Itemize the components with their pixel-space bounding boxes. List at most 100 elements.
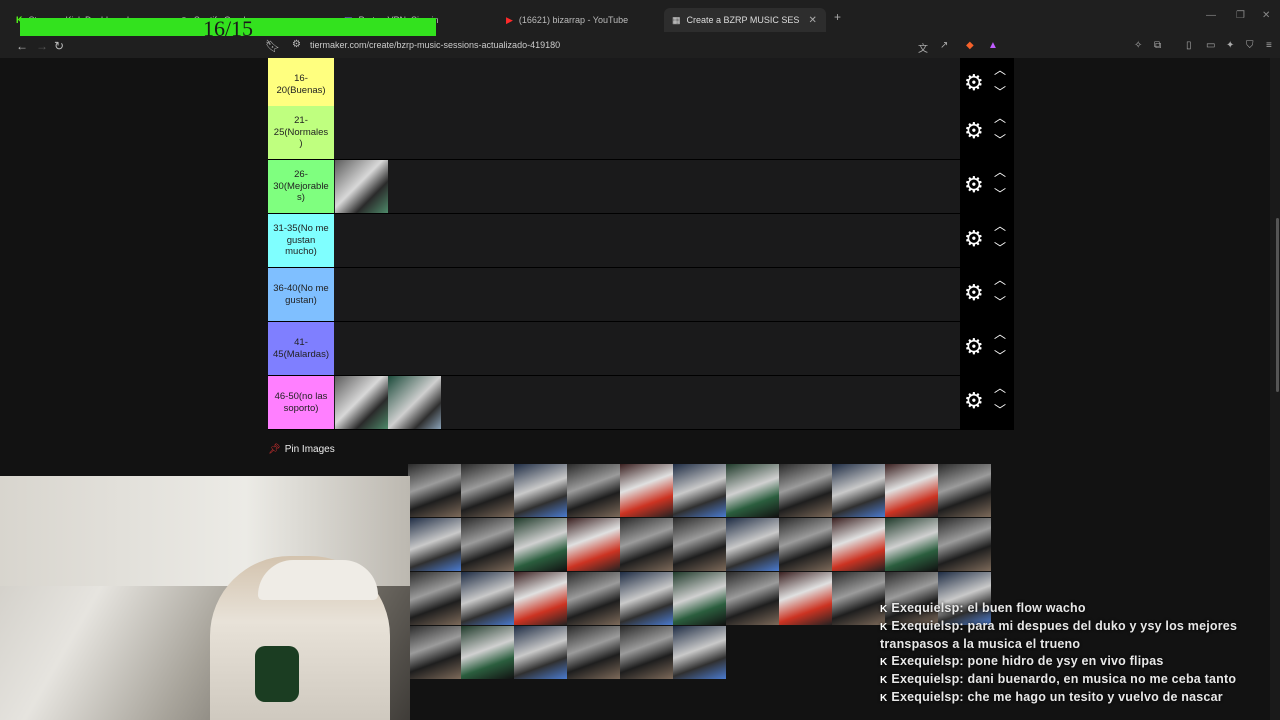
tier-items[interactable] <box>335 160 388 213</box>
tier-label: 21- 25(Normales ) <box>268 106 334 159</box>
tier-item-image[interactable] <box>335 160 388 213</box>
pool-item-image[interactable] <box>673 572 726 625</box>
forward-icon[interactable]: → <box>36 39 48 53</box>
pool-item-image[interactable] <box>779 464 832 517</box>
pool-item-image[interactable] <box>620 572 673 625</box>
pool-item-image[interactable] <box>673 464 726 517</box>
gear-icon[interactable]: ⚙ <box>964 228 984 250</box>
pool-item-image[interactable] <box>885 518 938 571</box>
tier-label: 31-35(No me gustan mucho) <box>268 214 334 267</box>
pool-item-image[interactable] <box>726 518 779 571</box>
pool-item-image[interactable] <box>673 518 726 571</box>
pool-item-image[interactable] <box>885 464 938 517</box>
pool-item-image[interactable] <box>461 626 514 679</box>
gear-icon[interactable]: ⚙ <box>964 120 984 142</box>
tier-controls: ⚙ ︿ ﹀ <box>960 214 1014 267</box>
chat-username: Exequielsp: <box>891 601 964 615</box>
pool-item-image[interactable] <box>832 572 885 625</box>
chevron-down-icon[interactable]: ﹀ <box>994 86 1006 98</box>
pool-item-image[interactable] <box>832 464 885 517</box>
close-window-icon[interactable]: ✕ <box>1262 10 1270 21</box>
gear-icon[interactable]: ⚙ <box>964 72 984 94</box>
back-icon[interactable]: ← <box>16 39 28 53</box>
pool-item-image[interactable] <box>567 572 620 625</box>
pool-item-image[interactable] <box>938 464 991 517</box>
chevron-up-icon[interactable]: ︿ <box>994 328 1006 340</box>
pin-images-toggle[interactable]: 📌︎ Pin Images <box>268 444 335 455</box>
gear-icon[interactable]: ⚙ <box>964 336 984 358</box>
chevron-down-icon[interactable]: ﹀ <box>994 134 1006 146</box>
vpn-icon[interactable]: ⛉ <box>1246 40 1254 51</box>
new-tab-button[interactable]: + <box>834 10 841 24</box>
tier-items[interactable] <box>335 376 441 429</box>
site-info-icon[interactable]: ⚙ <box>292 39 301 50</box>
bookmark-icon[interactable]: 🔖︎ <box>265 39 280 53</box>
tab-tiermaker[interactable]: ▦ Create a BZRP MUSIC SESSIONS ✕ <box>664 8 826 32</box>
chevron-up-icon[interactable]: ︿ <box>994 112 1006 124</box>
tier-item-image[interactable] <box>388 376 441 429</box>
pool-item-image[interactable] <box>567 626 620 679</box>
chevron-down-icon[interactable]: ﹀ <box>994 404 1006 416</box>
pool-item-image[interactable] <box>832 518 885 571</box>
close-tab-icon[interactable]: ✕ <box>809 15 817 26</box>
pool-item-image[interactable] <box>514 572 567 625</box>
tier-item-image[interactable] <box>335 376 388 429</box>
chevron-down-icon[interactable]: ﹀ <box>994 350 1006 362</box>
pool-item-image[interactable] <box>938 518 991 571</box>
chevron-up-icon[interactable]: ︿ <box>994 64 1006 76</box>
pool-item-image[interactable] <box>514 464 567 517</box>
chevron-up-icon[interactable]: ︿ <box>994 166 1006 178</box>
tier-controls: ⚙ ︿ ﹀ <box>960 322 1014 375</box>
tier-controls: ⚙ ︿ ﹀ <box>960 160 1014 213</box>
gear-icon[interactable]: ⚙ <box>964 282 984 304</box>
chevron-down-icon[interactable]: ﹀ <box>994 296 1006 308</box>
chevron-up-icon[interactable]: ︿ <box>994 220 1006 232</box>
pool-item-image[interactable] <box>408 572 461 625</box>
pool-item-image[interactable] <box>620 464 673 517</box>
chevron-down-icon[interactable]: ﹀ <box>994 242 1006 254</box>
pool-item-image[interactable] <box>620 518 673 571</box>
pool-item-image[interactable] <box>726 464 779 517</box>
chevron-down-icon[interactable]: ﹀ <box>994 188 1006 200</box>
chevron-up-icon[interactable]: ︿ <box>994 382 1006 394</box>
share-icon[interactable]: ↗ <box>940 40 948 51</box>
chevron-up-icon[interactable]: ︿ <box>994 274 1006 286</box>
url-field[interactable]: tiermaker.com/create/bzrp-music-sessions… <box>310 40 560 50</box>
pool-item-image[interactable] <box>461 518 514 571</box>
brave-shield-icon[interactable]: ◆ <box>966 40 974 51</box>
pool-item-image[interactable] <box>726 572 779 625</box>
pool-item-image[interactable] <box>461 572 514 625</box>
pool-item-image[interactable] <box>461 464 514 517</box>
pool-item-image[interactable] <box>408 626 461 679</box>
pool-item-image[interactable] <box>620 626 673 679</box>
sidebar-icon[interactable]: ▯ <box>1186 40 1192 51</box>
pool-item-image[interactable] <box>779 572 832 625</box>
pool-item-image[interactable] <box>514 518 567 571</box>
brave-rewards-icon[interactable]: ▲ <box>988 40 998 51</box>
maximize-icon[interactable]: ❐ <box>1236 10 1245 21</box>
pool-item-image[interactable] <box>567 464 620 517</box>
pool-item-image[interactable] <box>408 464 461 517</box>
tier-label: 16- 20(Buenas) <box>268 58 334 111</box>
gear-icon[interactable]: ⚙ <box>964 174 984 196</box>
chat-text: che me hago un tesito y vuelvo de nascar <box>967 690 1223 704</box>
pool-item-image[interactable] <box>408 518 461 571</box>
pool-item-image[interactable] <box>779 518 832 571</box>
tab-youtube[interactable]: ▶ (16621) bizarrap - YouTube <box>506 8 656 32</box>
extensions-icon[interactable]: ✧ <box>1134 40 1142 51</box>
leo-icon[interactable]: ✦ <box>1226 40 1234 51</box>
streamer-cap <box>258 560 378 600</box>
menu-icon[interactable]: ≡ <box>1266 40 1272 51</box>
tab-search-icon[interactable]: ⧉ <box>1154 40 1161 51</box>
minimize-icon[interactable]: — <box>1206 10 1216 21</box>
pool-item-image[interactable] <box>673 626 726 679</box>
tier-controls: ⚙ ︿ ﹀ <box>960 58 1014 111</box>
chat-text: el buen flow wacho <box>967 601 1086 615</box>
gear-icon[interactable]: ⚙ <box>964 390 984 412</box>
translate-icon[interactable]: 文 <box>918 40 928 55</box>
wallet-icon[interactable]: ▭ <box>1206 40 1215 51</box>
pool-item-image[interactable] <box>514 626 567 679</box>
scrollbar-thumb[interactable] <box>1276 218 1279 392</box>
pool-item-image[interactable] <box>567 518 620 571</box>
reload-icon[interactable]: ↻ <box>54 39 64 53</box>
